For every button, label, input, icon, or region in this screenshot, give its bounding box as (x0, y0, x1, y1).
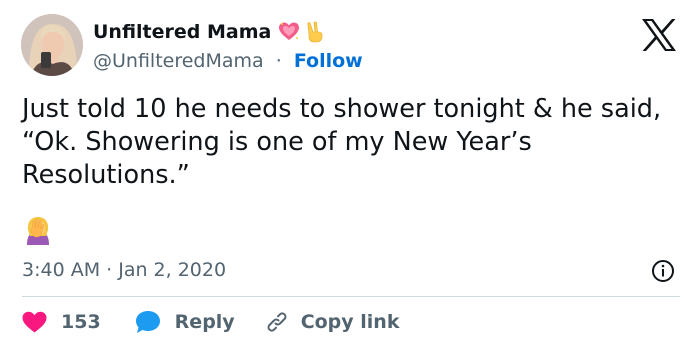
user-handle[interactable]: @UnfilteredMama (93, 50, 264, 72)
victory-hand-emoji (307, 21, 323, 43)
sparkling-heart-emoji (279, 22, 300, 40)
reply-button[interactable]: Reply (135, 310, 235, 334)
tweet-timestamp[interactable]: 3:40 AM · Jan 2, 2020 (22, 259, 226, 281)
like-button[interactable]: 153 (22, 311, 101, 333)
woman-facepalming-emoji (27, 217, 49, 245)
x-logo-icon[interactable] (641, 18, 677, 52)
name-row: Unfiltered Mama (93, 18, 363, 46)
handle-row: @UnfilteredMama · Follow (93, 48, 363, 74)
like-count: 153 (61, 311, 101, 333)
follow-button[interactable]: Follow (294, 50, 363, 72)
copy-link-label: Copy link (300, 311, 400, 333)
reply-bubble-icon (135, 311, 160, 333)
author-info: Unfiltered Mama @UnfilteredMama · Follow (93, 18, 363, 74)
reply-label: Reply (174, 311, 235, 333)
heart-icon (22, 311, 47, 333)
avatar[interactable] (21, 14, 83, 76)
link-icon (267, 312, 287, 332)
info-icon[interactable] (651, 259, 675, 283)
avatar-photo (21, 14, 83, 76)
action-bar: 153 Reply Copy link (22, 308, 399, 336)
copy-link-button[interactable]: Copy link (265, 310, 400, 334)
divider (22, 296, 680, 297)
tweet-text: Just told 10 he needs to shower tonight … (22, 94, 662, 190)
display-name[interactable]: Unfiltered Mama (93, 21, 271, 43)
separator-dot: · (275, 50, 282, 72)
